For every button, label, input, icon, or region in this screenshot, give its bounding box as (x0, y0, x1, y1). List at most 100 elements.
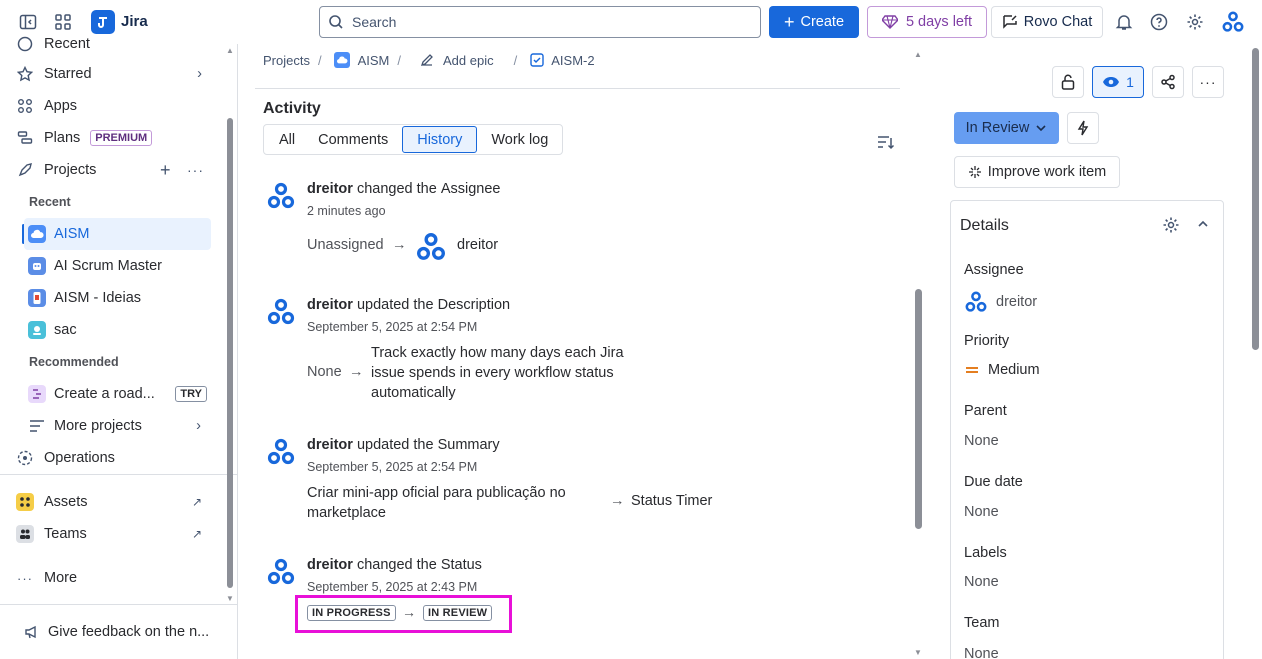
breadcrumb-issue[interactable]: AISM-2 (551, 53, 594, 68)
entry-action: changed the (356, 181, 437, 197)
settings-gear-icon[interactable] (1162, 216, 1180, 234)
sidebar-item-apps[interactable]: Apps (16, 91, 212, 121)
sidebar-scrollbar[interactable] (227, 118, 233, 588)
field-value-assignee[interactable]: dreitor (964, 290, 1037, 314)
project-sac[interactable]: sac (24, 314, 211, 346)
premium-badge: PREMIUM (90, 130, 153, 146)
entry-heading: dreitor changed the Assignee (307, 181, 500, 197)
chevron-up-icon[interactable] (1197, 220, 1209, 228)
project-aism[interactable]: AISM (24, 218, 211, 250)
tab-history[interactable]: History (402, 126, 478, 153)
project-name: AISM - Ideias (54, 290, 142, 306)
entry-user[interactable]: dreitor (307, 297, 353, 313)
assignee-name: dreitor (996, 294, 1038, 310)
user-avatar-icon (267, 438, 295, 465)
assets-icon (16, 493, 34, 511)
more-options-icon[interactable]: ··· (187, 162, 204, 178)
arrow-icon: → (610, 493, 625, 509)
notifications-bell-icon[interactable] (1112, 10, 1136, 34)
trial-button[interactable]: 5 days left (867, 6, 987, 38)
app-switcher-icon[interactable] (51, 10, 75, 34)
entry-action: updated the (356, 437, 434, 453)
details-title[interactable]: Details (960, 217, 1009, 235)
status-dropdown[interactable]: In Review (954, 112, 1059, 144)
change-from: Criar mini-app oficial para publicação n… (307, 483, 566, 523)
external-link-icon: ↗ (191, 495, 202, 509)
user-avatar-icon[interactable] (1221, 10, 1245, 34)
sidebar-item-recent[interactable]: Recent (16, 34, 212, 54)
scroll-up-icon[interactable]: ▲ (226, 46, 234, 55)
change-from: None (307, 364, 342, 380)
sidebar-label: More (44, 570, 78, 586)
scroll-down-icon[interactable]: ▼ (914, 648, 922, 657)
tab-comments[interactable]: Comments (310, 125, 402, 154)
sidebar-item-more[interactable]: ··· More (16, 563, 212, 593)
project-aism-ideias[interactable]: AISM - Ideias (24, 282, 211, 314)
entry-user[interactable]: dreitor (307, 181, 353, 197)
field-label-team: Team (964, 615, 1000, 631)
tab-work-log[interactable]: Work log (477, 125, 562, 154)
main-scrollbar[interactable] (915, 289, 922, 529)
sort-icon[interactable] (877, 134, 895, 153)
arrow-icon: → (349, 364, 364, 380)
unlock-icon (1061, 74, 1075, 90)
change-to: Track exactly how many days each Jira is… (371, 343, 624, 403)
scroll-up-icon[interactable]: ▲ (914, 50, 922, 59)
sidebar-item-starred[interactable]: Starred › (16, 59, 212, 89)
more-projects[interactable]: More projects › (24, 410, 211, 442)
breadcrumb-project[interactable]: AISM (358, 53, 390, 68)
entry-user[interactable]: dreitor (307, 557, 353, 573)
search-input[interactable]: Search (319, 6, 761, 38)
field-value-due-date[interactable]: None (964, 504, 999, 520)
field-value-priority[interactable]: Medium (964, 362, 1040, 378)
priority-medium-icon (966, 367, 978, 373)
text-line: Criar mini-app oficial para publicação n… (307, 485, 566, 501)
automation-button[interactable] (1067, 112, 1099, 144)
field-value-labels[interactable]: None (964, 574, 999, 590)
search-placeholder: Search (352, 14, 397, 30)
entry-action: updated the (356, 297, 434, 313)
sidebar-label: Apps (44, 98, 78, 114)
share-button[interactable] (1152, 66, 1184, 98)
recommended-create-roadmap[interactable]: Create a road... TRY (24, 378, 211, 410)
improve-work-item-button[interactable]: Improve work item (954, 156, 1120, 188)
help-icon[interactable] (1147, 10, 1171, 34)
breadcrumb-add-epic[interactable]: Add epic (443, 53, 494, 68)
feedback-button[interactable]: Give feedback on the n... (0, 604, 237, 659)
breadcrumb-projects[interactable]: Projects (263, 53, 310, 68)
sidebar-item-projects[interactable]: Projects + ··· (16, 155, 212, 185)
text-line: issue spends in every workflow status (371, 365, 614, 381)
sidebar-item-operations[interactable]: Operations (16, 443, 212, 473)
project-ai-scrum-master[interactable]: AI Scrum Master (24, 250, 211, 282)
phone-project-icon (28, 289, 46, 307)
watch-button[interactable]: 1 (1092, 66, 1144, 98)
app-name[interactable]: Jira (121, 13, 148, 30)
more-actions-button[interactable]: ··· (1192, 66, 1224, 98)
settings-gear-icon[interactable] (1183, 10, 1207, 34)
eye-icon (1103, 77, 1120, 87)
divider (255, 88, 900, 89)
jira-logo-icon[interactable] (91, 10, 115, 34)
lock-button[interactable] (1052, 66, 1084, 98)
sidebar-item-teams[interactable]: Teams ↗ (16, 519, 212, 549)
scroll-down-icon[interactable]: ▼ (226, 594, 234, 603)
field-value-parent[interactable]: None (964, 433, 999, 449)
add-project-icon[interactable]: + (160, 160, 171, 181)
sidebar-toggle-icon[interactable] (16, 10, 40, 34)
rovo-chat-button[interactable]: Rovo Chat (991, 6, 1103, 38)
agent-project-icon (28, 321, 46, 339)
gem-icon (881, 15, 898, 29)
field-value-team[interactable]: None (964, 646, 999, 659)
teams-icon (16, 525, 34, 543)
entry-user[interactable]: dreitor (307, 437, 353, 453)
tab-all[interactable]: All (264, 125, 310, 154)
right-panel-scrollbar[interactable] (1252, 48, 1259, 350)
create-button[interactable]: + Create (769, 6, 859, 38)
entry-field: Summary (437, 437, 500, 453)
sidebar-item-plans[interactable]: Plans PREMIUM (16, 123, 212, 153)
sidebar-item-assets[interactable]: Assets ↗ (16, 487, 212, 517)
chevron-right-icon: › (196, 418, 201, 434)
pencil-icon (419, 52, 435, 68)
create-label: Create (800, 14, 845, 30)
entry-change: None → Track exactly how many days each … (307, 343, 707, 407)
